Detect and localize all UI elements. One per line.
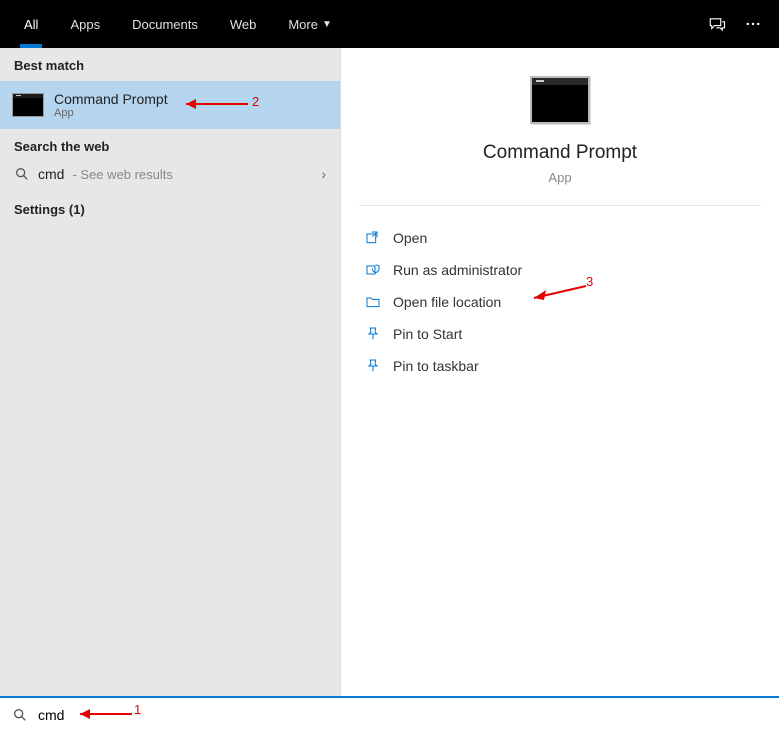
- search-input[interactable]: [38, 707, 767, 723]
- more-options-icon[interactable]: [735, 6, 771, 42]
- folder-icon: [365, 294, 381, 310]
- detail-panel: Command Prompt App Open Run as administr…: [340, 48, 779, 696]
- results-panel: Best match Command Prompt App Search the…: [0, 48, 340, 696]
- action-open[interactable]: Open: [359, 222, 761, 254]
- search-main: Best match Command Prompt App Search the…: [0, 48, 779, 696]
- tab-apps[interactable]: Apps: [54, 0, 116, 48]
- pin-icon: [365, 358, 381, 374]
- shield-icon: [365, 262, 381, 278]
- feedback-icon[interactable]: [699, 6, 735, 42]
- best-match-title: Command Prompt: [54, 91, 168, 107]
- search-web-header: Search the web: [0, 129, 340, 162]
- action-pin-to-taskbar[interactable]: Pin to taskbar: [359, 350, 761, 382]
- settings-header[interactable]: Settings (1): [0, 192, 340, 225]
- web-result-label: cmd: [38, 166, 64, 182]
- web-result-row[interactable]: cmd - See web results ›: [0, 162, 340, 192]
- tab-more[interactable]: More▼: [272, 0, 348, 48]
- action-open-file-location[interactable]: Open file location: [359, 286, 761, 318]
- action-pin-to-start[interactable]: Pin to Start: [359, 318, 761, 350]
- chevron-right-icon: ›: [321, 166, 326, 182]
- detail-subtitle: App: [359, 170, 761, 185]
- search-bar[interactable]: [0, 696, 779, 732]
- search-icon: [12, 707, 28, 723]
- app-large-icon: [530, 76, 590, 124]
- tab-documents[interactable]: Documents: [116, 0, 214, 48]
- command-prompt-icon: [12, 93, 44, 117]
- action-run-as-administrator[interactable]: Run as administrator: [359, 254, 761, 286]
- tab-all[interactable]: All: [8, 0, 54, 48]
- open-icon: [365, 230, 381, 246]
- search-icon: [14, 166, 30, 182]
- best-match-header: Best match: [0, 48, 340, 81]
- best-match-result[interactable]: Command Prompt App: [0, 81, 340, 129]
- pin-icon: [365, 326, 381, 342]
- filter-tabs: All Apps Documents Web More▼: [8, 0, 348, 48]
- action-list: Open Run as administrator Open file loca…: [359, 206, 761, 398]
- detail-title: Command Prompt: [359, 142, 761, 164]
- best-match-subtitle: App: [54, 107, 168, 119]
- search-topbar: All Apps Documents Web More▼: [0, 0, 779, 48]
- chevron-down-icon: ▼: [322, 19, 332, 30]
- tab-web[interactable]: Web: [214, 0, 273, 48]
- web-result-hint: - See web results: [72, 167, 172, 182]
